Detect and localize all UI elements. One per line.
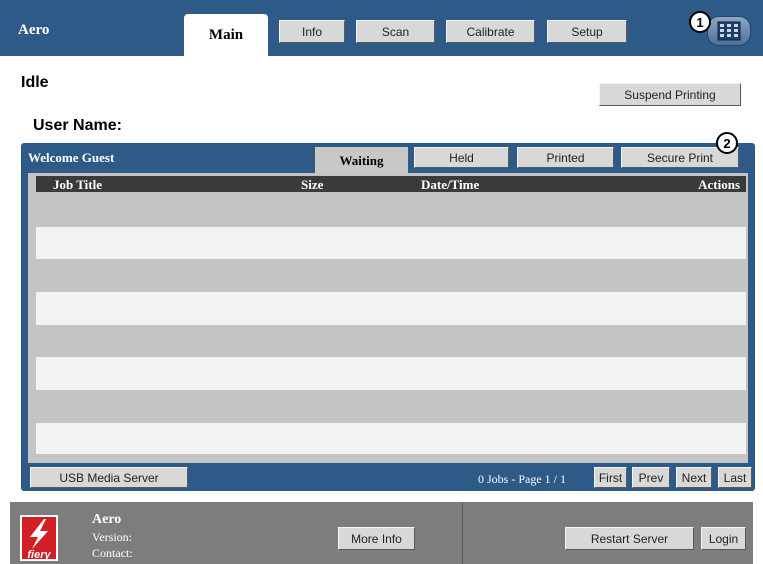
- last-page-button[interactable]: Last: [718, 467, 752, 488]
- table-row: [36, 357, 746, 390]
- fiery-logo-text: fiery: [27, 549, 51, 561]
- footer-server-name: Aero: [92, 512, 122, 527]
- welcome-text: Welcome Guest: [28, 150, 115, 165]
- printer-panel-button[interactable]: [707, 16, 751, 46]
- calibrate-button[interactable]: Calibrate: [446, 20, 535, 43]
- column-date-time[interactable]: Date/Time: [421, 177, 479, 193]
- table-row: [36, 423, 746, 454]
- table-row: [36, 227, 746, 259]
- version-label: Version:: [92, 530, 132, 544]
- printer-panel-icon: [717, 21, 741, 41]
- prev-page-button[interactable]: Prev: [632, 467, 670, 488]
- next-page-button[interactable]: Next: [676, 467, 712, 488]
- callout-marker-1: 1: [689, 11, 711, 33]
- column-job-title[interactable]: Job Title: [53, 177, 102, 193]
- user-name-label: User Name:: [33, 117, 122, 134]
- table-row: [36, 292, 746, 325]
- job-list-header: Job Title Size Date/Time Actions: [36, 176, 746, 192]
- footer-divider: [462, 502, 463, 564]
- tab-waiting[interactable]: Waiting: [315, 147, 408, 174]
- printer-status: Idle: [21, 74, 49, 91]
- restart-server-button[interactable]: Restart Server: [565, 527, 694, 550]
- login-button[interactable]: Login: [701, 527, 746, 550]
- fiery-logo: fiery: [20, 515, 58, 561]
- callout-marker-2: 2: [716, 132, 738, 154]
- more-info-button[interactable]: More Info: [338, 527, 415, 550]
- scan-button[interactable]: Scan: [356, 20, 435, 43]
- suspend-printing-button[interactable]: Suspend Printing: [599, 83, 741, 106]
- contact-label: Contact:: [92, 546, 133, 560]
- info-button[interactable]: Info: [279, 20, 345, 43]
- first-page-button[interactable]: First: [594, 467, 627, 488]
- tab-main[interactable]: Main: [184, 14, 268, 56]
- column-actions: Actions: [698, 177, 740, 192]
- tab-printed[interactable]: Printed: [517, 147, 614, 168]
- setup-button[interactable]: Setup: [547, 20, 627, 43]
- usb-media-server-button[interactable]: USB Media Server: [30, 467, 188, 488]
- tab-held[interactable]: Held: [414, 147, 509, 168]
- server-name: Aero: [18, 22, 50, 38]
- column-size[interactable]: Size: [301, 177, 323, 193]
- job-count-page-info: 0 Jobs - Page 1 / 1: [478, 472, 566, 486]
